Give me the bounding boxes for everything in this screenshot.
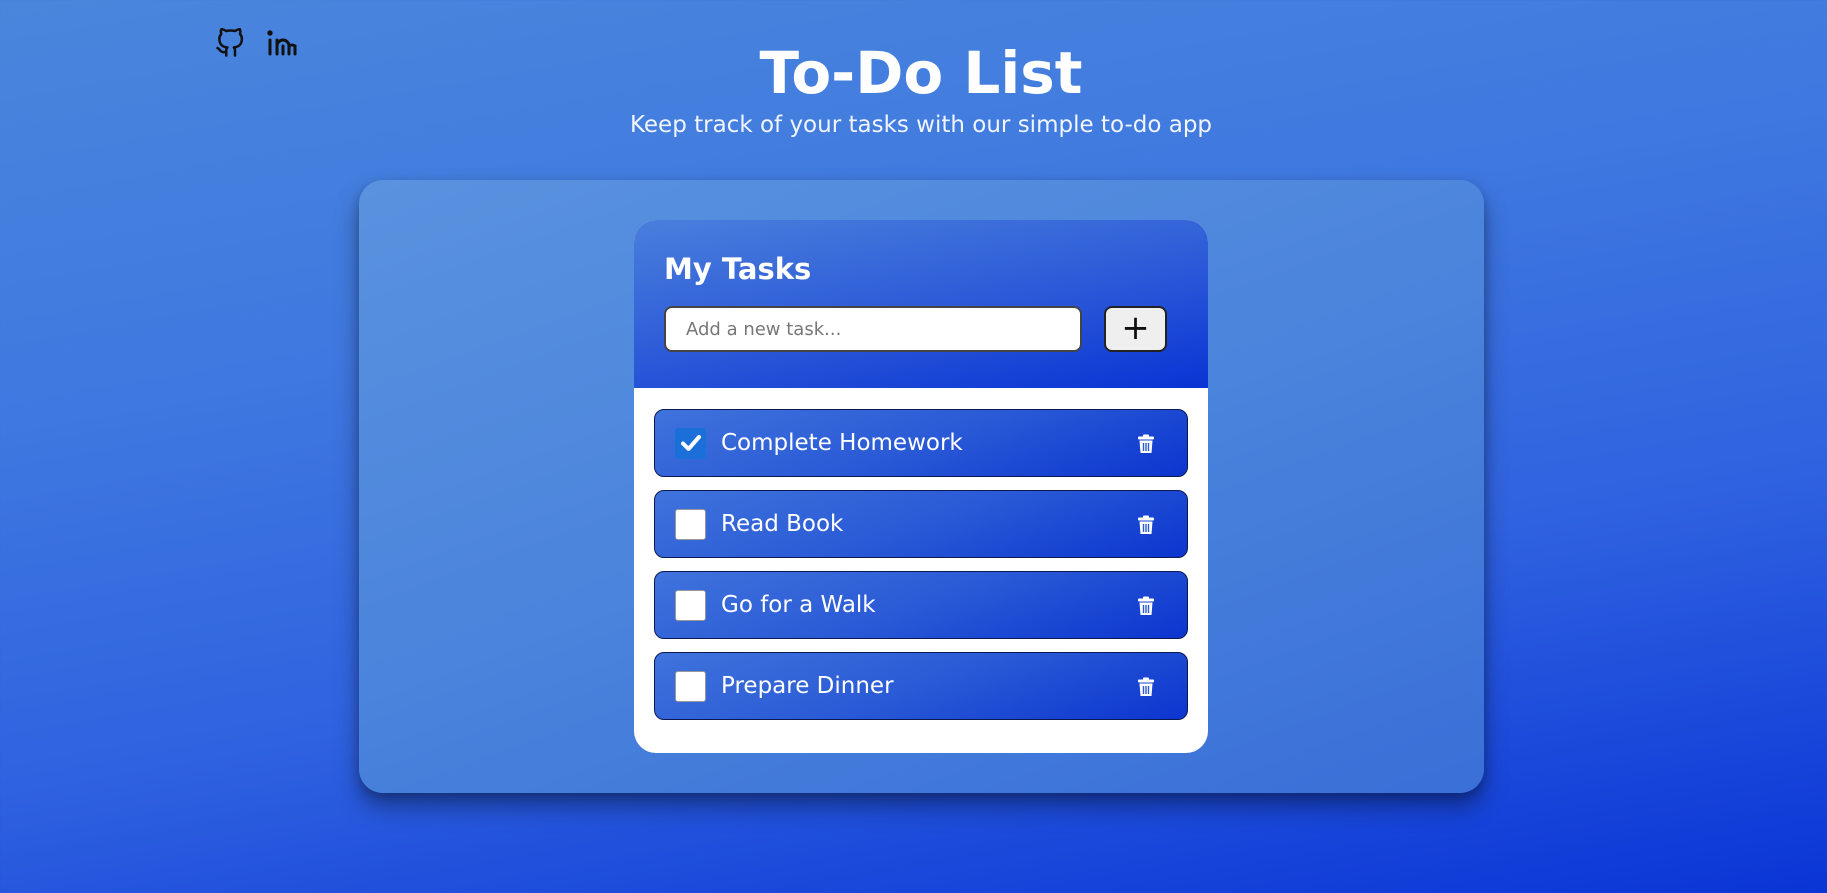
todo-card: My Tasks + Complete Homework Read Book G… (634, 220, 1208, 753)
task-label: Go for a Walk (721, 592, 876, 618)
delete-icon[interactable] (1137, 434, 1157, 454)
card-header: My Tasks + (634, 220, 1208, 388)
task-label: Read Book (721, 511, 844, 537)
task-checkbox[interactable] (675, 508, 706, 540)
trash-icon (1138, 677, 1154, 696)
task-label: Prepare Dinner (721, 673, 894, 699)
page-subtitle: Keep track of your tasks with our simple… (629, 112, 1213, 138)
task-list: Complete Homework Read Book Go for a Wal… (634, 388, 1208, 720)
task-checkbox[interactable] (675, 589, 706, 621)
delete-icon[interactable] (1137, 596, 1157, 616)
card-title: My Tasks (664, 252, 812, 286)
task-item: Read Book (654, 490, 1188, 558)
trash-icon (1138, 434, 1154, 453)
check-icon (680, 435, 701, 451)
task-label: Complete Homework (721, 430, 963, 456)
add-task-row: + (664, 306, 1178, 352)
task-item: Prepare Dinner (654, 652, 1188, 720)
page-title: To-Do List (759, 39, 1083, 107)
delete-icon[interactable] (1137, 677, 1157, 697)
trash-icon (1138, 515, 1154, 534)
delete-icon[interactable] (1137, 515, 1157, 535)
task-item: Complete Homework (654, 409, 1188, 477)
add-task-button[interactable]: + (1104, 306, 1167, 352)
task-item: Go for a Walk (654, 571, 1188, 639)
new-task-input[interactable] (664, 306, 1082, 352)
page-header: To-Do List Keep track of your tasks with… (0, 38, 1827, 138)
task-checkbox[interactable] (675, 427, 706, 459)
task-checkbox[interactable] (675, 670, 706, 702)
trash-icon (1138, 596, 1154, 615)
